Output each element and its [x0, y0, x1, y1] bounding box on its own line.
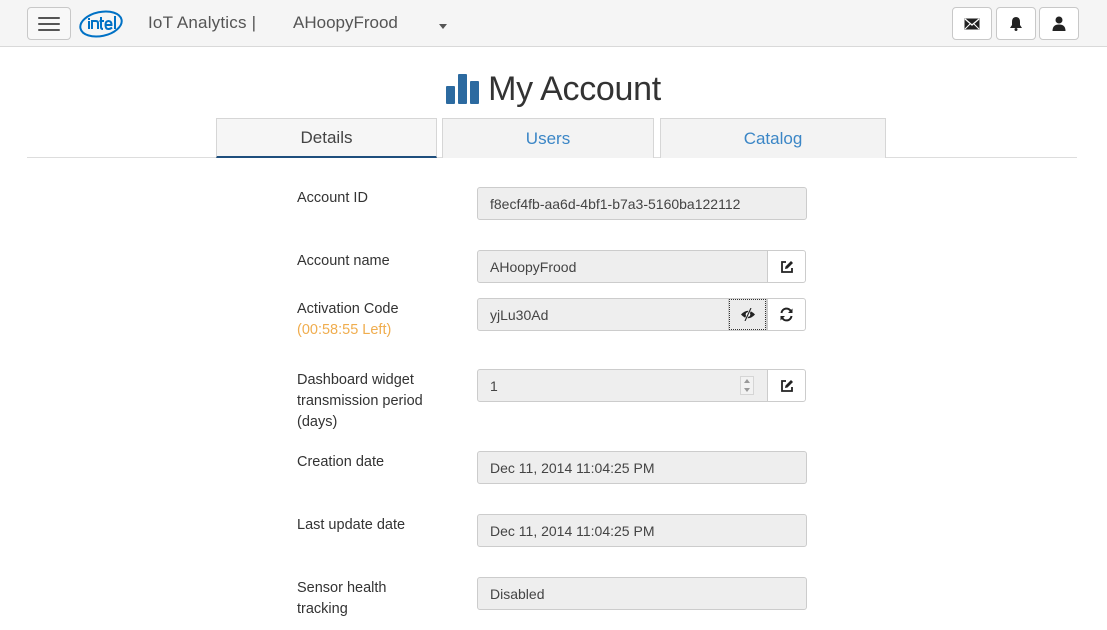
account-name-label: Account name: [297, 253, 390, 269]
account-selector[interactable]: AHoopyFrood: [293, 13, 398, 33]
edit-widget-period-button[interactable]: [767, 369, 806, 402]
refresh-icon: [780, 307, 793, 322]
sensor-health-label-line: Sensor health: [297, 580, 387, 596]
account-id-label: Account ID: [297, 190, 368, 206]
top-navbar: IoT Analytics | AHoopyFrood: [0, 0, 1107, 47]
envelope-icon: [964, 18, 980, 29]
user-menu-button[interactable]: [1039, 7, 1079, 40]
page-title: My Account: [488, 69, 661, 108]
edit-icon: [780, 260, 793, 273]
user-icon: [1052, 16, 1066, 31]
widget-period-label: Dashboard widget transmission period (da…: [297, 370, 423, 433]
account-name-field[interactable]: AHoopyFrood: [477, 250, 768, 283]
widget-period-label-line: (days): [297, 414, 338, 430]
notifications-button[interactable]: [996, 7, 1036, 40]
chevron-down-icon[interactable]: [439, 24, 447, 29]
tab-catalog[interactable]: Catalog: [660, 118, 886, 158]
last-update-date-field[interactable]: Dec 11, 2014 11:04:25 PM: [477, 514, 807, 547]
hamburger-icon-bar: [38, 22, 60, 25]
stepper-down-icon[interactable]: [744, 387, 750, 392]
widget-period-label-line: transmission period: [297, 393, 423, 409]
creation-date-label: Creation date: [297, 454, 385, 470]
menu-toggle-button[interactable]: [27, 7, 71, 40]
toggle-code-visibility-button[interactable]: [728, 298, 767, 331]
sensor-health-label-line: tracking: [297, 601, 348, 617]
activation-code-label: Activation Code: [297, 301, 399, 317]
sensor-health-field[interactable]: Disabled: [477, 577, 807, 610]
messages-button[interactable]: [952, 7, 992, 40]
hamburger-icon-bar: [38, 16, 60, 19]
bell-icon: [1010, 17, 1022, 31]
tab-users[interactable]: Users: [442, 118, 654, 158]
number-stepper[interactable]: [740, 376, 754, 395]
widget-period-input[interactable]: 1: [477, 369, 768, 402]
eye-slash-icon: [740, 308, 755, 321]
edit-account-name-button[interactable]: [767, 250, 806, 283]
hamburger-icon-bar: [38, 28, 60, 31]
page-heading: My Account: [0, 66, 1107, 112]
stepper-up-icon[interactable]: [744, 379, 750, 384]
tab-details[interactable]: Details: [216, 118, 437, 158]
creation-date-field[interactable]: Dec 11, 2014 11:04:25 PM: [477, 451, 807, 484]
last-update-date-label: Last update date: [297, 517, 406, 533]
app-title: IoT Analytics |: [148, 13, 257, 32]
refresh-code-button[interactable]: [767, 298, 806, 331]
edit-icon: [780, 379, 793, 392]
activation-timer: (00:58:55 Left): [297, 322, 392, 338]
account-id-field[interactable]: f8ecf4fb-aa6d-4bf1-b7a3-5160ba122112: [477, 187, 807, 220]
sensor-health-label: Sensor health tracking: [297, 578, 386, 620]
intel-logo: [79, 10, 123, 38]
widget-period-value: 1: [490, 377, 498, 394]
widget-period-label-line: Dashboard widget: [297, 372, 414, 388]
bar-chart-icon: [446, 74, 480, 104]
activation-code-field[interactable]: yjLu30Ad: [477, 298, 729, 331]
